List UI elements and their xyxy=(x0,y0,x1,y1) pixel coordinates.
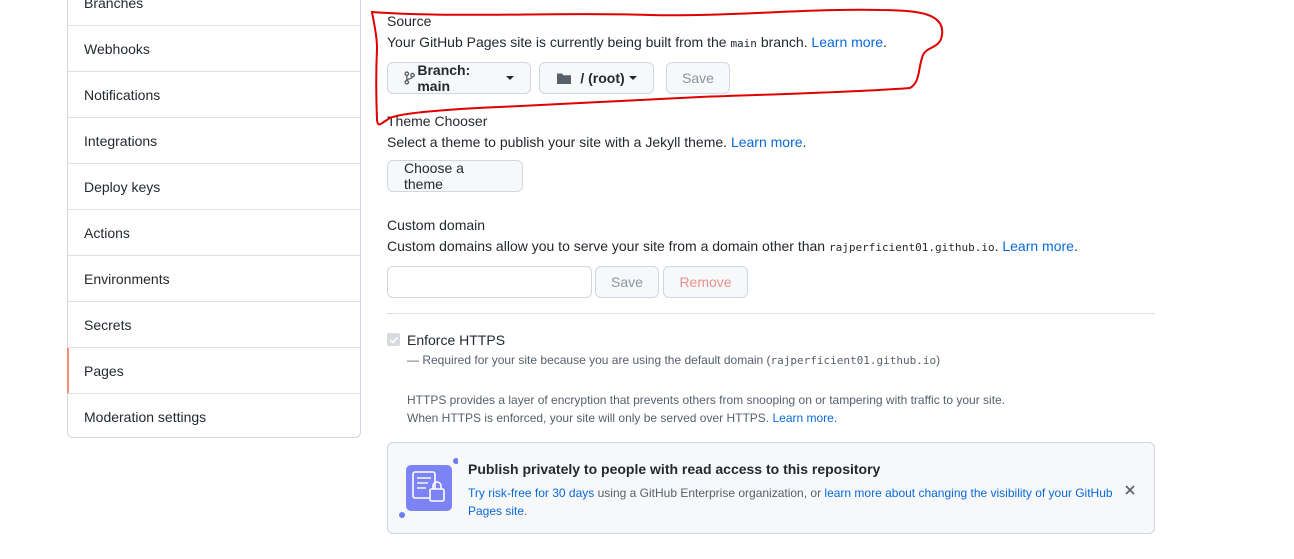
https-info-line1: HTTPS provides a layer of encryption tha… xyxy=(407,393,1006,407)
sidebar-item-label: Notifications xyxy=(84,87,161,103)
chevron-down-icon xyxy=(628,76,637,80)
banner-body: Try risk-free for 30 days using a GitHub… xyxy=(468,486,1113,518)
sidebar-item-label: Deploy keys xyxy=(84,179,161,195)
sidebar-item-label: Pages xyxy=(84,363,124,379)
https-domain-code: rajperficient01.github.io xyxy=(770,354,937,367)
folder-select-button[interactable]: / (root) xyxy=(539,62,654,94)
custom-domain-remove-button[interactable]: Remove xyxy=(663,266,748,298)
enforce-https-checkbox[interactable] xyxy=(387,333,400,346)
enforce-https-label: Enforce HTTPS xyxy=(407,332,506,348)
source-learn-more-link[interactable]: Learn more xyxy=(811,34,883,50)
domain-code: rajperficient01.github.io xyxy=(829,241,995,254)
sidebar-item-label: Webhooks xyxy=(84,41,150,57)
sidebar-item-pages[interactable]: Pages xyxy=(67,348,360,394)
custom-domain-description: Custom domains allow you to serve your s… xyxy=(387,238,1078,254)
sidebar-item-environments[interactable]: Environments xyxy=(68,256,360,302)
theme-heading: Theme Chooser xyxy=(387,113,488,129)
theme-description: Select a theme to publish your site with… xyxy=(387,134,807,150)
https-required-note: — Required for your site because you are… xyxy=(407,353,941,367)
try-risk-free-link[interactable]: Try risk-free for 30 days xyxy=(468,486,594,500)
branch-code: main xyxy=(730,37,757,50)
sidebar-item-branches[interactable]: Branches xyxy=(68,0,360,26)
source-heading: Source xyxy=(387,13,432,29)
publish-privately-banner: Publish privately to people with read ac… xyxy=(387,442,1155,534)
https-info-line2: When HTTPS is enforced, your site will o… xyxy=(407,411,838,425)
sidebar-item-secrets[interactable]: Secrets xyxy=(68,302,360,348)
sidebar-item-label: Moderation settings xyxy=(84,409,207,425)
source-description: Your GitHub Pages site is currently bein… xyxy=(387,34,887,50)
source-save-button[interactable]: Save xyxy=(666,62,730,94)
banner-title: Publish privately to people with read ac… xyxy=(468,461,881,477)
check-icon xyxy=(389,336,398,344)
close-icon[interactable] xyxy=(1124,484,1136,496)
theme-learn-more-link[interactable]: Learn more xyxy=(731,134,803,150)
sidebar-item-label: Integrations xyxy=(84,133,158,149)
custom-domain-input[interactable] xyxy=(387,266,592,298)
custom-domain-save-button[interactable]: Save xyxy=(595,266,659,298)
settings-sidebar: Branches Webhooks Notifications Integrat… xyxy=(67,0,361,438)
choose-theme-button[interactable]: Choose a theme xyxy=(387,160,523,192)
sidebar-item-label: Branches xyxy=(84,0,144,11)
sidebar-item-label: Secrets xyxy=(84,317,132,333)
chevron-down-icon xyxy=(506,76,514,80)
git-branch-icon xyxy=(404,71,415,85)
branch-select-button[interactable]: Branch: main xyxy=(387,62,531,94)
sidebar-item-actions[interactable]: Actions xyxy=(68,210,360,256)
folder-icon xyxy=(557,73,572,84)
private-pages-illustration-icon xyxy=(399,458,458,518)
sidebar-item-integrations[interactable]: Integrations xyxy=(68,118,360,164)
https-learn-more-link[interactable]: Learn more. xyxy=(772,411,837,425)
sidebar-item-webhooks[interactable]: Webhooks xyxy=(68,26,360,72)
custom-domain-learn-more-link[interactable]: Learn more xyxy=(1002,238,1074,254)
custom-domain-heading: Custom domain xyxy=(387,217,486,233)
sidebar-item-moderation-settings[interactable]: Moderation settings xyxy=(68,394,360,440)
section-divider xyxy=(387,313,1155,314)
sidebar-item-label: Environments xyxy=(84,271,170,287)
sidebar-item-label: Actions xyxy=(84,225,130,241)
sidebar-item-deploy-keys[interactable]: Deploy keys xyxy=(68,164,360,210)
sidebar-item-notifications[interactable]: Notifications xyxy=(68,72,360,118)
